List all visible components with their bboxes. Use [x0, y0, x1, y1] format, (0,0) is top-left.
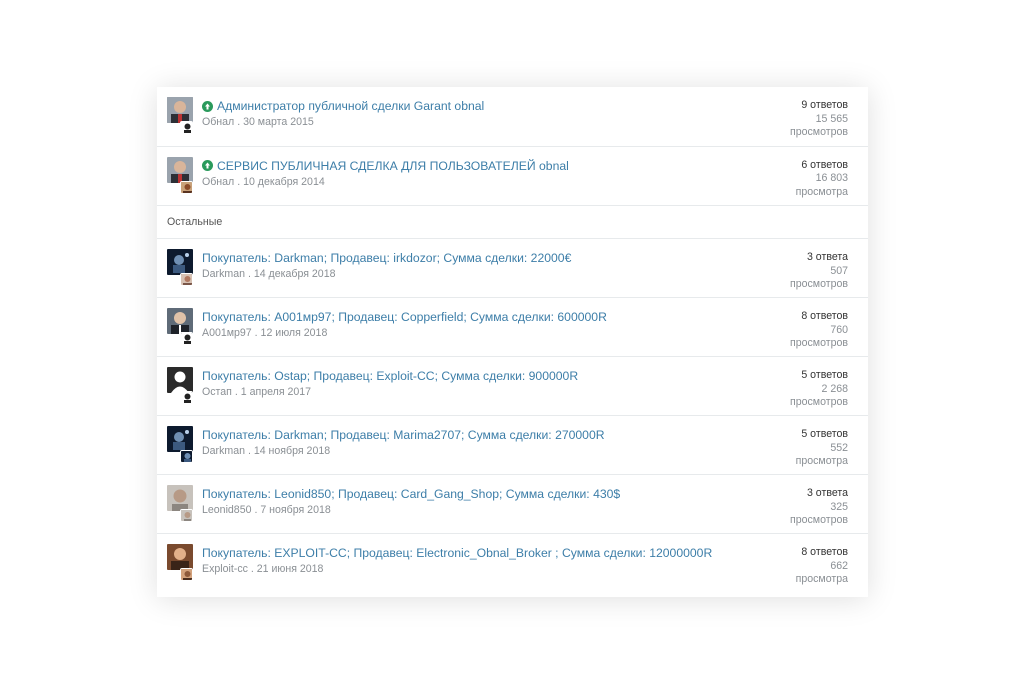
thread-date: 30 марта 2015: [243, 116, 314, 128]
view-label: просмотра: [795, 573, 848, 586]
thread-author[interactable]: Darkman: [202, 445, 245, 457]
thread-title-link[interactable]: Покупатель: Ostap; Продавец: Exploit-CC;…: [202, 369, 578, 383]
thread-author[interactable]: Обнал: [202, 116, 234, 128]
pin-icon: [202, 160, 213, 171]
thread-title-link[interactable]: Покупатель: Leonid850; Продавец: Card_Ga…: [202, 487, 620, 501]
thread-date: 12 июля 2018: [260, 327, 328, 340]
avatar[interactable]: [167, 97, 193, 123]
view-label: просмотров: [789, 396, 848, 409]
thread-stats: 5 ответов 2 268 просмотров: [790, 369, 848, 410]
thread-row-sticky[interactable]: Администратор публичной сделки Garant ob…: [157, 87, 868, 147]
view-count: 16 803: [815, 172, 848, 184]
view-label: просмотров: [789, 514, 848, 527]
thread-row-sticky[interactable]: СЕРВИС ПУБЛИЧНАЯ СДЕЛКА ДЛЯ ПОЛЬЗОВАТЕЛЕ…: [157, 147, 868, 206]
last-poster-avatar[interactable]: [180, 332, 193, 346]
thread-row[interactable]: Покупатель: Leonid850; Продавец: Card_Ga…: [157, 475, 868, 535]
avatar-group: [167, 367, 194, 405]
view-count: 325: [830, 500, 848, 513]
thread-stats: 6 ответов 16 803 просмотра: [796, 159, 848, 200]
avatar-group: [167, 485, 194, 523]
avatar[interactable]: [167, 249, 193, 275]
avatar-group: [167, 426, 194, 464]
view-count: 507: [830, 264, 848, 277]
thread-row[interactable]: Покупатель: Darkman; Продавец: irkdozor;…: [157, 239, 868, 299]
reply-count: 3 ответа: [806, 251, 848, 263]
thread-row[interactable]: Покупатель: Darkman; Продавец: Marima270…: [157, 416, 868, 476]
thread-author[interactable]: A001мр97: [202, 327, 252, 339]
last-poster-avatar[interactable]: [180, 180, 193, 194]
last-poster-avatar[interactable]: [180, 391, 193, 405]
thread-date: 14 ноября 2018: [253, 445, 331, 458]
view-count: 15 565: [815, 112, 848, 125]
thread-stats: 9 ответов 15 565 просмотров: [790, 99, 848, 140]
thread-author[interactable]: Darkman: [202, 268, 245, 280]
reply-count: 8 ответов: [801, 546, 848, 559]
thread-date: 14 декабря 2018: [253, 268, 336, 280]
avatar-group: [167, 308, 194, 346]
thread-stats: 3 ответа 507 просмотров: [790, 251, 848, 292]
thread-stats: 3 ответа 325 просмотров: [790, 487, 848, 528]
thread-title-link[interactable]: Покупатель: EXPLOIT-CC; Продавец: Electr…: [202, 546, 712, 560]
view-count: 662: [830, 559, 848, 572]
avatar-group: [167, 97, 194, 134]
thread-title-link[interactable]: Покупатель: Darkman; Продавец: Marima270…: [202, 428, 605, 442]
last-poster-avatar[interactable]: [180, 509, 193, 523]
thread-stats: 8 ответов 760 просмотров: [790, 310, 848, 351]
reply-count: 5 ответов: [801, 369, 848, 382]
avatar[interactable]: [167, 367, 193, 394]
avatar[interactable]: [167, 156, 193, 183]
reply-count: 5 ответов: [801, 428, 848, 441]
reply-count: 9 ответов: [801, 99, 848, 111]
thread-author[interactable]: Обнал: [202, 176, 234, 188]
view-label: просмотров: [789, 278, 848, 290]
thread-author[interactable]: Остап: [202, 386, 232, 398]
view-label: просмотров: [789, 337, 848, 350]
thread-row[interactable]: Покупатель: EXPLOIT-CC; Продавец: Electr…: [157, 534, 868, 593]
last-poster-avatar[interactable]: [180, 273, 193, 286]
last-poster-avatar[interactable]: [180, 450, 193, 464]
view-label: просмотра: [795, 185, 848, 198]
view-count: 552: [830, 441, 848, 454]
thread-title-link[interactable]: СЕРВИС ПУБЛИЧНАЯ СДЕЛКА ДЛЯ ПОЛЬЗОВАТЕЛЕ…: [217, 159, 569, 173]
avatar[interactable]: [167, 308, 193, 335]
thread-date: 10 декабря 2014: [243, 175, 325, 188]
thread-date: 7 ноября 2018: [260, 504, 331, 517]
view-label: просмотров: [789, 126, 848, 138]
thread-stats: 8 ответов 662 просмотра: [796, 546, 848, 587]
last-poster-avatar[interactable]: [180, 121, 193, 134]
reply-count: 8 ответов: [801, 310, 848, 323]
thread-stats: 5 ответов 552 просмотра: [796, 428, 848, 469]
avatar-group: [167, 544, 194, 582]
view-label: просмотра: [795, 455, 848, 468]
section-separator: Остальные: [157, 206, 868, 239]
avatar[interactable]: [167, 485, 193, 512]
avatar[interactable]: [167, 544, 193, 571]
avatar-group: [167, 156, 194, 194]
avatar-group: [167, 249, 194, 286]
reply-count: 6 ответов: [801, 158, 848, 171]
thread-date: 1 апреля 2017: [240, 386, 312, 399]
thread-row[interactable]: Покупатель: Ostap; Продавец: Exploit-CC;…: [157, 357, 868, 417]
thread-title-link[interactable]: Покупатель: Darkman; Продавец: irkdozor;…: [202, 251, 571, 265]
thread-date: 21 июня 2018: [256, 563, 324, 576]
view-count: 2 268: [821, 382, 848, 395]
thread-row[interactable]: Покупатель: A001мр97; Продавец: Copperfi…: [157, 298, 868, 358]
reply-count: 3 ответа: [806, 487, 848, 500]
thread-title-link[interactable]: Покупатель: A001мр97; Продавец: Copperfi…: [202, 310, 607, 324]
avatar[interactable]: [167, 426, 193, 453]
thread-title-link[interactable]: Администратор публичной сделки Garant ob…: [217, 99, 484, 113]
last-poster-avatar[interactable]: [180, 568, 193, 582]
thread-author[interactable]: Leonid850: [202, 504, 252, 516]
view-count: 760: [830, 323, 848, 336]
thread-list: Администратор публичной сделки Garant ob…: [157, 87, 868, 597]
pin-icon: [202, 100, 213, 112]
thread-author[interactable]: Exploit-cc: [202, 563, 248, 575]
